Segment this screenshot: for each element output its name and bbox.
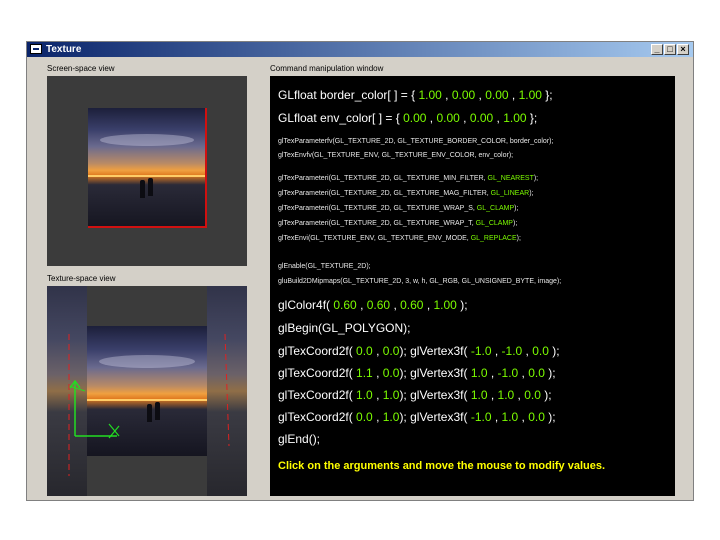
mipmaps-line: gluBuild2DMipmaps(GL_TEXTURE_2D, 3, w, h… — [278, 278, 562, 285]
texture-window: Texture _ □ × Screen-space view Command … — [26, 41, 694, 501]
border-color-line: GLfloat border_color[ ] = { 1.00 , 0.00 … — [278, 88, 553, 102]
texcoord-t[interactable]: 0.0 — [383, 366, 400, 380]
vertex-y[interactable]: 1.0 — [502, 410, 519, 424]
wrap-s-line: glTexParameteri(GL_TEXTURE_2D, GL_TEXTUR… — [278, 205, 519, 212]
vertex-line-3: glTexCoord2f( 0.0 , 1.0); glVertex3f( -1… — [278, 410, 556, 424]
min-filter-value[interactable]: GL_NEAREST — [488, 175, 534, 182]
begin-line: glBegin(GL_POLYGON); — [278, 321, 411, 335]
texcoord-s[interactable]: 0.0 — [356, 410, 373, 424]
close-button[interactable]: × — [677, 44, 689, 55]
border-color-edge — [88, 226, 207, 228]
mag-filter-line: glTexParameteri(GL_TEXTURE_2D, GL_TEXTUR… — [278, 190, 534, 197]
vertex-line-0: glTexCoord2f( 0.0 , 0.0); glVertex3f( -1… — [278, 344, 560, 358]
screen-space-view[interactable] — [47, 76, 247, 266]
env-color-r[interactable]: 0.00 — [403, 111, 426, 125]
border-color-g[interactable]: 0.00 — [452, 88, 475, 102]
vertex-line-1: glTexCoord2f( 1.1 , 0.0); glVertex3f( 1.… — [278, 366, 556, 380]
minimize-button[interactable]: _ — [651, 44, 663, 55]
mag-filter-value[interactable]: GL_LINEAR — [491, 190, 530, 197]
vertex-z[interactable]: 0.0 — [528, 410, 545, 424]
vertex-y[interactable]: 1.0 — [498, 388, 515, 402]
maximize-button[interactable]: □ — [664, 44, 676, 55]
screen-view-label: Screen-space view — [47, 64, 115, 73]
vertex-y[interactable]: -1.0 — [502, 344, 523, 358]
vertex-x[interactable]: 1.0 — [471, 388, 488, 402]
env-color-line: GLfloat env_color[ ] = { 0.00 , 0.00 , 0… — [278, 111, 538, 125]
border-param-line: glTexParameterfv(GL_TEXTURE_2D, GL_TEXTU… — [278, 138, 554, 145]
color4f-line: glColor4f( 0.60 , 0.60 , 0.60 , 1.00 ); — [278, 298, 468, 312]
texcoord-t[interactable]: 0.0 — [383, 344, 400, 358]
vertex-z[interactable]: 0.0 — [524, 388, 541, 402]
border-color-r[interactable]: 1.00 — [418, 88, 441, 102]
vertex-y[interactable]: -1.0 — [498, 366, 519, 380]
wrap-s-value[interactable]: GL_CLAMP — [477, 205, 514, 212]
env-color-b[interactable]: 0.00 — [470, 111, 493, 125]
texcoord-s[interactable]: 1.0 — [356, 388, 373, 402]
color-b[interactable]: 0.60 — [400, 298, 423, 312]
env-param-line: glTexEnvfv(GL_TEXTURE_ENV, GL_TEXTURE_EN… — [278, 152, 514, 159]
vertex-z[interactable]: 0.0 — [528, 366, 545, 380]
textured-quad — [88, 108, 206, 228]
hint-text: Click on the arguments and move the mous… — [278, 460, 606, 472]
border-color-b[interactable]: 0.00 — [485, 88, 508, 102]
wrap-t-line: glTexParameteri(GL_TEXTURE_2D, GL_TEXTUR… — [278, 220, 518, 227]
texture-view-label: Texture-space view — [47, 274, 116, 283]
border-color-a[interactable]: 1.00 — [519, 88, 542, 102]
texture-space-view[interactable] — [47, 286, 247, 496]
command-window-label: Command manipulation window — [270, 64, 384, 73]
texcoord-t[interactable]: 1.0 — [383, 388, 400, 402]
enable-line: glEnable(GL_TEXTURE_2D); — [278, 263, 371, 270]
border-color-edge — [205, 108, 207, 228]
texture-axes — [68, 333, 230, 476]
vertex-x[interactable]: -1.0 — [471, 410, 492, 424]
vertex-z[interactable]: 0.0 — [532, 344, 549, 358]
vertex-line-2: glTexCoord2f( 1.0 , 1.0); glVertex3f( 1.… — [278, 388, 552, 402]
wrap-t-value[interactable]: GL_CLAMP — [476, 220, 513, 227]
min-filter-line: glTexParameteri(GL_TEXTURE_2D, GL_TEXTUR… — [278, 175, 539, 182]
color-a[interactable]: 1.00 — [434, 298, 457, 312]
env-color-g[interactable]: 0.00 — [436, 111, 459, 125]
color-r[interactable]: 0.60 — [333, 298, 356, 312]
color-g[interactable]: 0.60 — [367, 298, 390, 312]
env-color-a[interactable]: 1.00 — [503, 111, 526, 125]
app-icon — [30, 44, 42, 54]
command-window[interactable]: GLfloat border_color[ ] = { 1.00 , 0.00 … — [270, 76, 675, 496]
end-line: glEnd(); — [278, 432, 321, 446]
env-mode-value[interactable]: GL_REPLACE — [471, 235, 517, 242]
window-title: Texture — [46, 44, 82, 55]
texcoord-t[interactable]: 1.0 — [383, 410, 400, 424]
env-mode-line: glTexEnvi(GL_TEXTURE_ENV, GL_TEXTURE_ENV… — [278, 235, 521, 242]
vertex-x[interactable]: -1.0 — [471, 344, 492, 358]
texcoord-s[interactable]: 0.0 — [356, 344, 373, 358]
vertex-x[interactable]: 1.0 — [471, 366, 488, 380]
texcoord-s[interactable]: 1.1 — [356, 366, 373, 380]
title-bar[interactable]: Texture _ □ × — [27, 42, 693, 57]
